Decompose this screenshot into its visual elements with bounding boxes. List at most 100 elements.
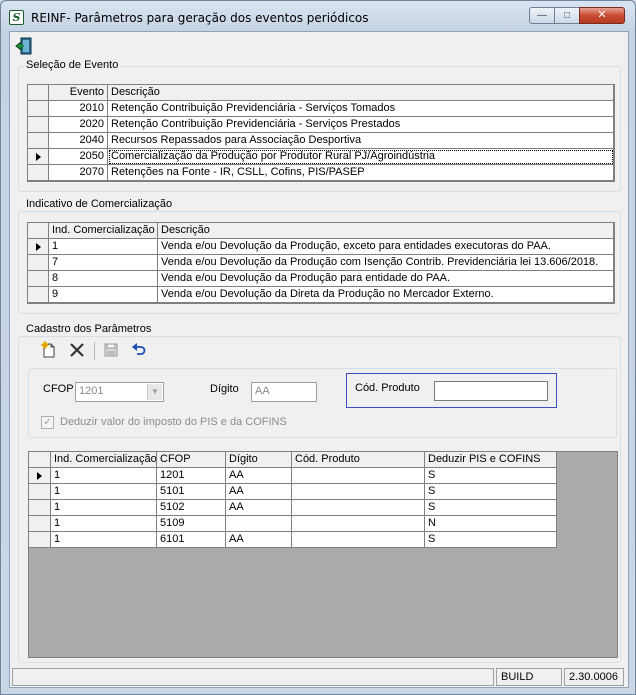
cfop-cell[interactable]: 6101 xyxy=(157,532,226,548)
cod-produto-field[interactable] xyxy=(434,381,548,401)
descricao-cell[interactable]: Venda e/ou Devolução da Produção para en… xyxy=(158,271,614,287)
exit-button[interactable] xyxy=(13,37,35,57)
evento-cell[interactable]: 2070 xyxy=(49,165,108,181)
indicativo-group-label: Indicativo de Comercialização xyxy=(24,198,175,210)
maximize-button[interactable]: □ xyxy=(554,7,580,24)
table-row[interactable]: 1 6101 AA S xyxy=(29,532,557,548)
cfop-cell[interactable]: 5101 xyxy=(157,484,226,500)
row-indicator[interactable] xyxy=(29,516,51,532)
table-row[interactable]: 1 5101 AA S xyxy=(29,484,557,500)
indicativo-grid[interactable]: Ind. Comercialização Descrição 1 Venda e… xyxy=(27,222,615,304)
descricao-cell[interactable]: Retenção Contribuição Previdenciária - S… xyxy=(108,117,614,133)
column-header-descricao[interactable]: Descrição xyxy=(108,85,614,101)
cfop-cell[interactable]: 5102 xyxy=(157,500,226,516)
row-indicator[interactable] xyxy=(28,117,49,133)
chevron-down-icon[interactable]: ▼ xyxy=(147,384,162,400)
descricao-cell[interactable]: Retenções na Fonte - IR, CSLL, Cofins, P… xyxy=(108,165,614,181)
digito-cell[interactable] xyxy=(226,516,292,532)
descricao-cell[interactable]: Retenção Contribuição Previdenciária - S… xyxy=(108,101,614,117)
delete-x-icon xyxy=(70,343,84,357)
digito-cell[interactable]: AA xyxy=(226,500,292,516)
cod-produto-cell[interactable] xyxy=(292,500,425,516)
deduzir-label: Deduzir valor do imposto do PIS e da COF… xyxy=(60,416,287,428)
digito-cell[interactable]: AA xyxy=(226,468,292,484)
column-header-cod-produto[interactable]: Cód. Produto xyxy=(292,452,425,468)
deduzir-checkbox[interactable]: ✓ xyxy=(41,416,54,429)
evento-cell[interactable]: 2050 xyxy=(49,149,108,165)
descricao-cell[interactable]: Venda e/ou Devolução da Produção com Ise… xyxy=(158,255,614,271)
cfop-cell[interactable]: 1201 xyxy=(157,468,226,484)
cfop-cell[interactable]: 5109 xyxy=(157,516,226,532)
descricao-cell[interactable]: Venda e/ou Devolução da Produção, exceto… xyxy=(158,239,614,255)
evento-cell[interactable]: 2020 xyxy=(49,117,108,133)
ind-cell[interactable]: 1 xyxy=(51,468,157,484)
column-header-descricao[interactable]: Descrição xyxy=(158,223,614,239)
ind-cell[interactable]: 9 xyxy=(49,287,158,303)
column-header-deduzir[interactable]: Deduzir PIS e COFINS xyxy=(425,452,557,468)
evento-cell[interactable]: 2040 xyxy=(49,133,108,149)
descricao-cell[interactable]: Venda e/ou Devolução da Direta da Produç… xyxy=(158,287,614,303)
undo-button[interactable] xyxy=(128,341,150,361)
deduzir-cell[interactable]: N xyxy=(425,516,557,532)
column-header-evento[interactable]: Evento xyxy=(49,85,108,101)
row-indicator[interactable] xyxy=(28,165,49,181)
row-indicator[interactable] xyxy=(29,484,51,500)
table-row-selected[interactable]: 1 1201 AA S xyxy=(29,468,557,484)
row-indicator[interactable] xyxy=(28,133,49,149)
row-indicator[interactable] xyxy=(28,255,49,271)
row-indicator[interactable] xyxy=(29,500,51,516)
cfop-combo[interactable]: 1201 ▼ xyxy=(75,382,164,402)
column-header-ind-comercializacao[interactable]: Ind. Comercialização xyxy=(49,223,158,239)
deduzir-cell[interactable]: S xyxy=(425,532,557,548)
cod-produto-cell[interactable] xyxy=(292,468,425,484)
new-button[interactable] xyxy=(38,341,60,361)
row-indicator-current[interactable] xyxy=(28,149,49,165)
ind-cell[interactable]: 7 xyxy=(49,255,158,271)
evento-grid[interactable]: Evento Descrição 2010 Retenção Contribui… xyxy=(27,84,615,182)
title-bar[interactable]: S REINF- Parâmetros para geração dos eve… xyxy=(1,1,635,31)
close-button[interactable]: ✕ xyxy=(579,7,625,24)
ind-cell[interactable]: 1 xyxy=(51,484,157,500)
digito-cell[interactable]: AA xyxy=(226,532,292,548)
row-indicator[interactable] xyxy=(28,101,49,117)
deduzir-cell[interactable]: S xyxy=(425,484,557,500)
cod-produto-cell[interactable] xyxy=(292,516,425,532)
ind-cell[interactable]: 8 xyxy=(49,271,158,287)
table-row[interactable]: 1 5102 AA S xyxy=(29,500,557,516)
status-panel-main xyxy=(12,668,494,686)
row-indicator[interactable] xyxy=(28,271,49,287)
row-indicator[interactable] xyxy=(29,532,51,548)
parametros-grid[interactable]: Ind. Comercialização CFOP Dígito Cód. Pr… xyxy=(28,451,618,658)
ind-cell[interactable]: 1 xyxy=(51,500,157,516)
column-header-digito[interactable]: Dígito xyxy=(226,452,292,468)
cod-produto-cell[interactable] xyxy=(292,484,425,500)
cod-produto-cell[interactable] xyxy=(292,532,425,548)
row-indicator-current[interactable] xyxy=(29,468,51,484)
evento-group-label: Seleção de Evento xyxy=(24,59,121,71)
digito-cell[interactable]: AA xyxy=(226,484,292,500)
save-button[interactable] xyxy=(100,341,122,361)
cadastro-group-label: Cadastro dos Parâmetros xyxy=(24,323,154,335)
table-row[interactable]: 1 5109 N xyxy=(29,516,557,532)
descricao-cell[interactable]: Recursos Repassados para Associação Desp… xyxy=(108,133,614,149)
build-label: BUILD xyxy=(496,668,562,686)
minimize-button[interactable]: — xyxy=(529,7,555,24)
column-header-ind-comercializacao[interactable]: Ind. Comercialização xyxy=(51,452,157,468)
delete-button[interactable] xyxy=(66,341,88,361)
row-indicator[interactable] xyxy=(28,287,49,303)
deduzir-cell[interactable]: S xyxy=(425,468,557,484)
row-indicator-header xyxy=(29,452,51,468)
digito-field[interactable]: AA xyxy=(251,382,317,402)
ind-cell[interactable]: 1 xyxy=(51,532,157,548)
evento-cell[interactable]: 2010 xyxy=(49,101,108,117)
build-version: 2.30.0006 xyxy=(564,668,624,686)
app-icon: S xyxy=(9,10,24,25)
column-header-cfop[interactable]: CFOP xyxy=(157,452,226,468)
ind-cell[interactable]: 1 xyxy=(51,516,157,532)
descricao-cell[interactable]: Comercialização da Produção por Produtor… xyxy=(108,149,614,165)
digito-label: Dígito xyxy=(210,383,239,395)
deduzir-cell[interactable]: S xyxy=(425,500,557,516)
ind-cell[interactable]: 1 xyxy=(49,239,158,255)
row-indicator-current[interactable] xyxy=(28,239,49,255)
new-document-icon xyxy=(41,341,55,358)
